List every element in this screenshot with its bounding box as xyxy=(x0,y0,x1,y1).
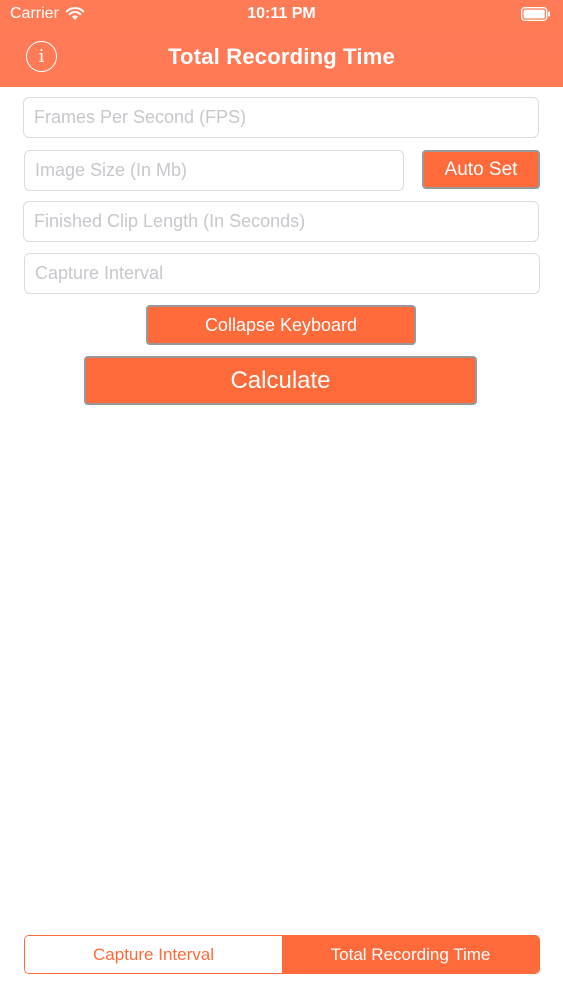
image-size-input[interactable] xyxy=(24,150,404,191)
segment-capture-interval[interactable]: Capture Interval xyxy=(25,936,282,973)
fps-input[interactable] xyxy=(23,97,539,138)
status-bar: Carrier 10:11 PM xyxy=(0,0,563,30)
auto-set-button[interactable]: Auto Set xyxy=(422,150,540,189)
status-time: 10:11 PM xyxy=(247,5,316,22)
segment-total-recording-time[interactable]: Total Recording Time xyxy=(282,936,539,973)
header-bar: Carrier 10:11 PM i Total Recording Time xyxy=(0,0,563,87)
page-title: Total Recording Time xyxy=(168,44,395,69)
clip-length-input[interactable] xyxy=(23,201,539,242)
calculate-button[interactable]: Calculate xyxy=(84,356,477,405)
mode-segmented-control: Capture Interval Total Recording Time xyxy=(24,935,540,974)
collapse-keyboard-button[interactable]: Collapse Keyboard xyxy=(146,305,416,345)
capture-interval-input[interactable] xyxy=(24,253,540,294)
battery-icon xyxy=(521,7,550,21)
